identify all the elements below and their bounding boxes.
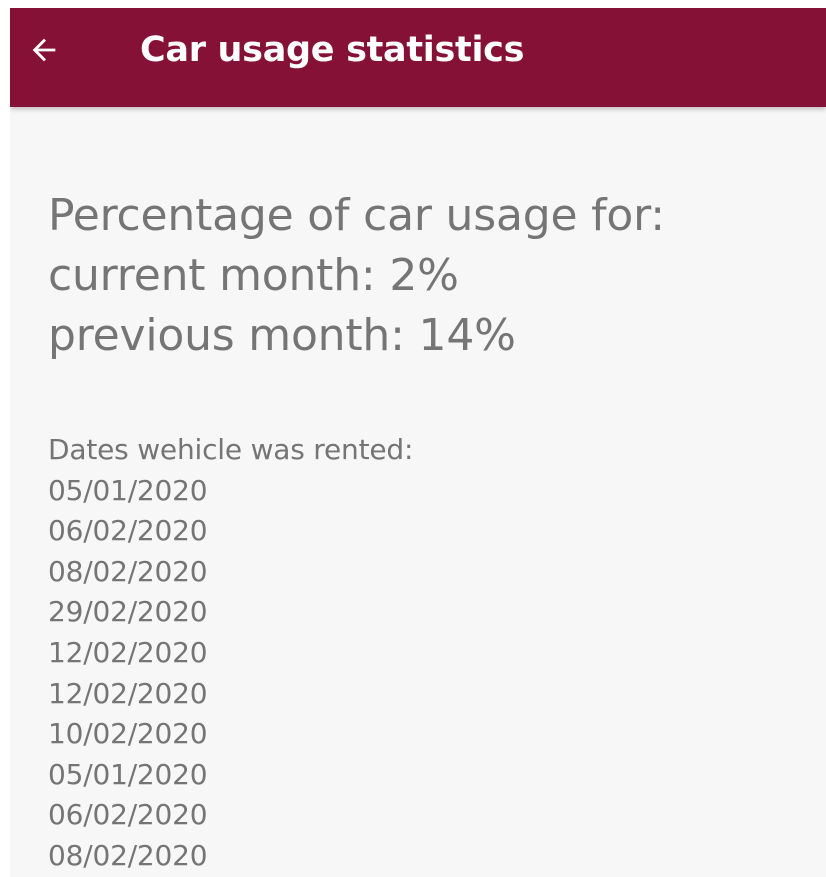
list-item: 05/01/2020 <box>48 757 208 791</box>
list-item: 08/02/2020 <box>48 554 208 588</box>
list-item: 29/02/2020 <box>48 595 208 629</box>
content: Percentage of car usage for: current mon… <box>48 186 808 877</box>
usage-heading: Percentage of car usage for: <box>48 190 665 241</box>
usage-summary: Percentage of car usage for: current mon… <box>48 186 808 366</box>
list-item: 06/02/2020 <box>48 514 208 548</box>
back-button[interactable] <box>20 26 68 74</box>
list-item: 05/01/2020 <box>48 473 208 507</box>
list-item: 12/02/2020 <box>48 676 208 710</box>
rental-dates-heading: Dates wehicle was rented: <box>48 433 414 466</box>
list-item: 10/02/2020 <box>48 717 208 751</box>
arrow-left-icon <box>27 33 61 67</box>
screen: Car usage statistics Percentage of car u… <box>10 8 826 877</box>
list-item: 12/02/2020 <box>48 635 208 669</box>
page-title: Car usage statistics <box>140 30 525 70</box>
previous-month-usage: previous month: 14% <box>48 310 516 361</box>
app-bar: Car usage statistics <box>10 8 826 107</box>
current-month-usage: current month: 2% <box>48 250 459 301</box>
list-item: 08/02/2020 <box>48 838 208 872</box>
rental-dates: Dates wehicle was rented: 05/01/2020 06/… <box>48 430 808 877</box>
list-item: 06/02/2020 <box>48 798 208 832</box>
